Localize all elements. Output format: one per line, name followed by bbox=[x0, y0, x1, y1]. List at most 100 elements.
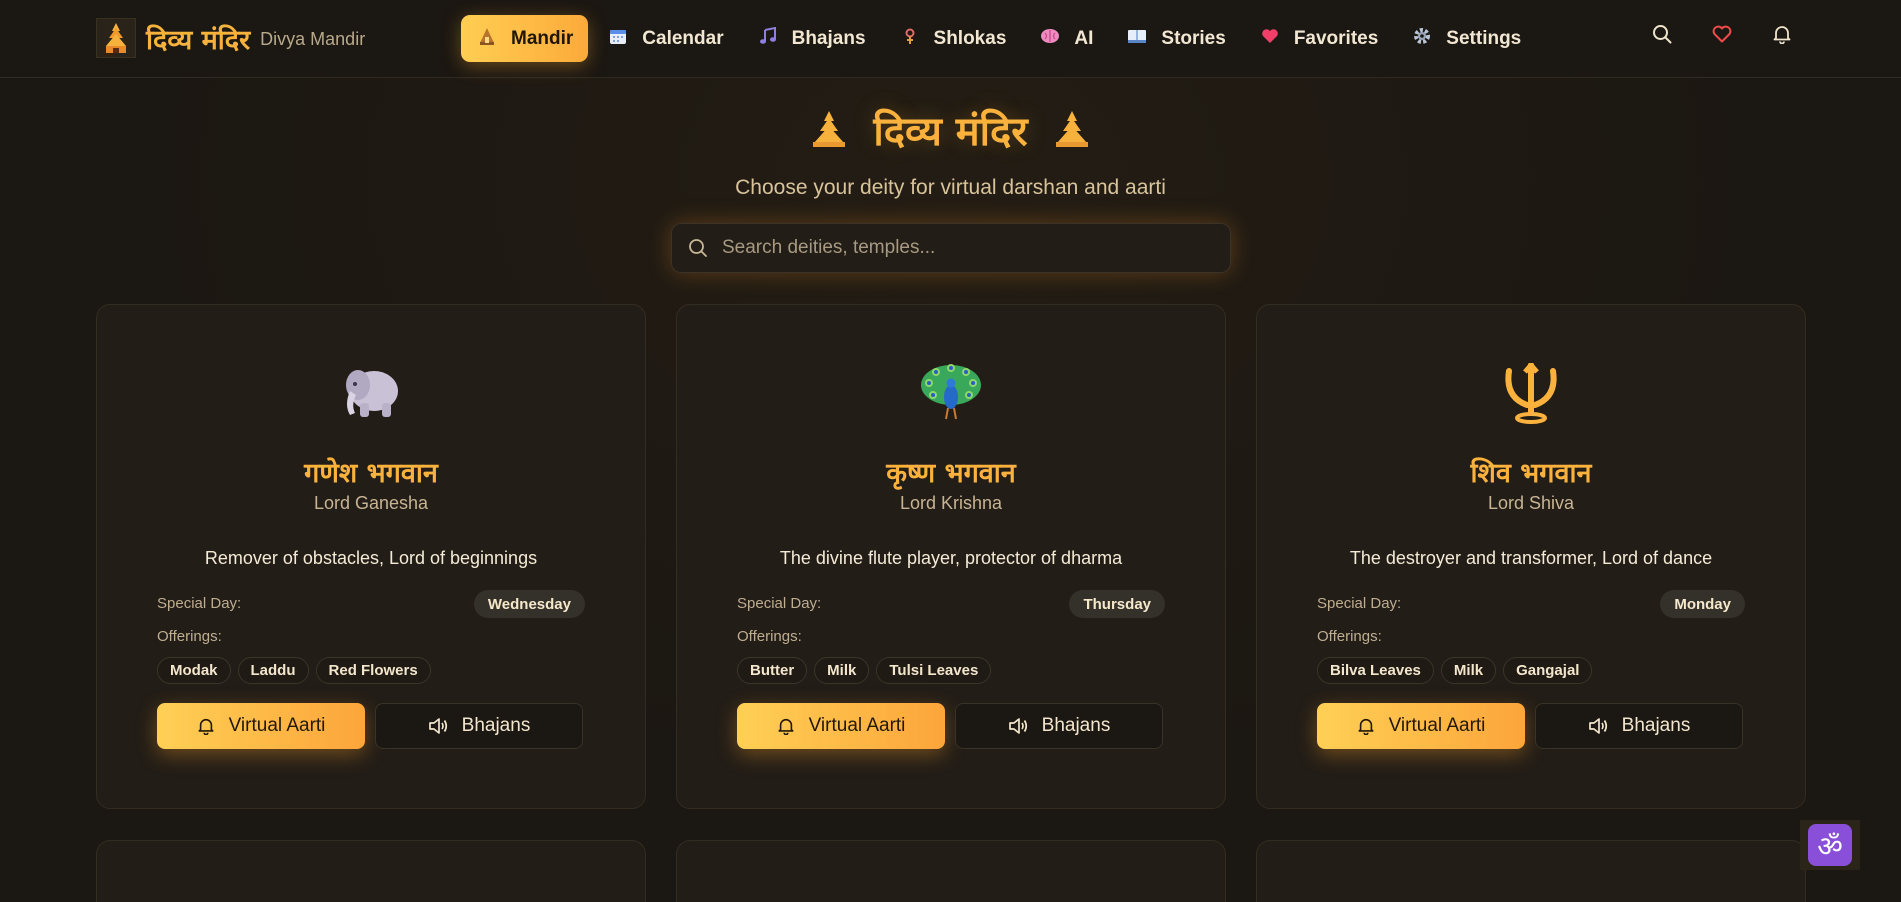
bhajans-label: Bhajans bbox=[461, 715, 531, 736]
om-floating-button[interactable]: ॐ bbox=[1800, 820, 1860, 870]
speaker-icon bbox=[428, 718, 447, 734]
bell-icon bbox=[1358, 718, 1374, 735]
temple-icon bbox=[477, 27, 497, 50]
temple-icon bbox=[1055, 111, 1088, 147]
music-note-icon bbox=[758, 26, 778, 50]
nav-label-favorites: Favorites bbox=[1293, 27, 1379, 49]
offering-chip: Milk bbox=[1440, 657, 1497, 684]
brand-title-hindi: दिव्य मंदिर bbox=[146, 24, 251, 56]
offering-chip: Modak bbox=[157, 657, 231, 684]
offering-chip: Bilva Leaves bbox=[1317, 657, 1434, 684]
nav-item-favorites[interactable]: Favorites bbox=[1246, 15, 1392, 62]
om-icon: ॐ bbox=[1808, 824, 1852, 866]
deity-description: Remover of obstacles, Lord of beginnings bbox=[204, 548, 538, 568]
offerings-list: Modak Laddu Red Flowers bbox=[157, 657, 431, 684]
search-input[interactable] bbox=[722, 237, 1202, 259]
search-icon[interactable] bbox=[1650, 22, 1674, 46]
deity-card-krishna: कृष्ण भगवान Lord Krishna The divine flut… bbox=[676, 304, 1226, 809]
virtual-aarti-button[interactable]: Virtual Aarti bbox=[1317, 703, 1525, 749]
bell-icon bbox=[778, 718, 794, 735]
bhajans-label: Bhajans bbox=[1041, 715, 1111, 736]
bhajans-label: Bhajans bbox=[1621, 715, 1691, 736]
speaker-icon bbox=[1008, 718, 1027, 734]
deity-description: The divine flute player, protector of dh… bbox=[779, 548, 1123, 568]
top-actions bbox=[1650, 22, 1794, 46]
deity-card-ganesha: गणेश भगवान Lord Ganesha Remover of obsta… bbox=[96, 304, 646, 809]
deity-name-hindi: कृष्ण भगवान bbox=[886, 458, 1016, 489]
nav-label-settings: Settings bbox=[1446, 27, 1522, 49]
deity-name-english: Lord Shiva bbox=[1487, 493, 1575, 513]
offering-chip: Milk bbox=[814, 657, 870, 684]
virtual-aarti-label: Virtual Aarti bbox=[1388, 715, 1486, 736]
offering-chip: Laddu bbox=[237, 657, 309, 684]
nav-label-calendar: Calendar bbox=[642, 27, 724, 49]
nav-item-settings[interactable]: Settings bbox=[1398, 15, 1535, 62]
deity-description: The destroyer and transformer, Lord of d… bbox=[1349, 548, 1713, 568]
peacock-icon bbox=[677, 363, 1225, 433]
nav-label-stories: Stories bbox=[1161, 27, 1226, 49]
gear-icon bbox=[1412, 27, 1432, 50]
nav-item-calendar[interactable]: Calendar bbox=[594, 15, 737, 62]
top-navigation-bar: दिव्य मंदिर Divya Mandir Mandir Calendar… bbox=[0, 0, 1901, 78]
calendar-icon bbox=[608, 27, 628, 50]
bhajans-button[interactable]: Bhajans bbox=[1535, 703, 1743, 749]
deity-name-hindi: शिव भगवान bbox=[1470, 458, 1592, 489]
nav-item-shlokas[interactable]: Shlokas bbox=[886, 15, 1021, 62]
deity-card-shiva: शिव भगवान Lord Shiva The destroyer and t… bbox=[1256, 304, 1806, 809]
page-subtitle: Choose your deity for virtual darshan an… bbox=[735, 176, 1166, 199]
offering-chip: Tulsi Leaves bbox=[876, 657, 992, 684]
book-icon bbox=[1127, 28, 1147, 49]
deity-search bbox=[671, 223, 1231, 273]
offerings-label: Offerings: bbox=[1317, 628, 1382, 645]
virtual-aarti-button[interactable]: Virtual Aarti bbox=[157, 703, 365, 749]
special-day-label: Special Day: bbox=[1317, 595, 1402, 612]
page-title-text: दिव्य मंदिर bbox=[873, 109, 1028, 155]
deity-name-english: Lord Ganesha bbox=[313, 493, 429, 513]
special-day-badge: Thursday bbox=[1069, 590, 1165, 618]
nav-label-shlokas: Shlokas bbox=[933, 27, 1007, 49]
virtual-aarti-button[interactable]: Virtual Aarti bbox=[737, 703, 945, 749]
offerings-label: Offerings: bbox=[737, 628, 802, 645]
bhajans-button[interactable]: Bhajans bbox=[955, 703, 1163, 749]
nav-label-mandir: Mandir bbox=[511, 27, 574, 49]
offering-chip: Red Flowers bbox=[315, 657, 431, 684]
brand[interactable]: दिव्य मंदिर Divya Mandir bbox=[96, 18, 365, 58]
bhajans-button[interactable]: Bhajans bbox=[375, 703, 583, 749]
temple-icon bbox=[813, 111, 846, 147]
brain-icon bbox=[1040, 28, 1060, 49]
deity-name-english: Lord Krishna bbox=[899, 493, 1003, 513]
special-day-badge: Monday bbox=[1660, 590, 1745, 618]
deity-card-partial bbox=[1256, 840, 1806, 902]
special-day-badge: Wednesday bbox=[473, 590, 585, 618]
deity-card-partial bbox=[676, 840, 1226, 902]
brand-title-english: Divya Mandir bbox=[260, 29, 366, 49]
special-day-label: Special Day: bbox=[157, 595, 242, 612]
svg-text:ॐ: ॐ bbox=[1817, 830, 1843, 863]
nav-item-stories[interactable]: Stories bbox=[1113, 15, 1239, 62]
bell-icon[interactable] bbox=[1770, 22, 1794, 46]
heart-icon bbox=[1260, 28, 1280, 49]
virtual-aarti-label: Virtual Aarti bbox=[228, 715, 326, 736]
heart-icon[interactable] bbox=[1710, 22, 1734, 46]
trident-icon bbox=[1257, 363, 1805, 433]
nav-item-bhajans[interactable]: Bhajans bbox=[744, 15, 880, 62]
page-title: दिव्य मंदिर bbox=[0, 102, 1901, 157]
search-icon bbox=[689, 239, 707, 257]
main-nav: Mandir Calendar Bhajans Shlokas AI Stori… bbox=[461, 15, 1535, 62]
offerings-list: Bilva Leaves Milk Gangajal bbox=[1317, 657, 1593, 684]
bell-icon bbox=[198, 718, 214, 735]
temple-logo-icon bbox=[96, 18, 136, 58]
nav-label-ai: AI bbox=[1074, 27, 1094, 49]
speaker-icon bbox=[1588, 718, 1607, 734]
nav-item-mandir[interactable]: Mandir bbox=[461, 15, 589, 62]
nav-item-ai[interactable]: AI bbox=[1026, 15, 1107, 62]
virtual-aarti-label: Virtual Aarti bbox=[808, 715, 906, 736]
deity-card-partial bbox=[96, 840, 646, 902]
offering-chip: Gangajal bbox=[1503, 657, 1593, 684]
nav-label-bhajans: Bhajans bbox=[791, 27, 866, 49]
deity-name-hindi: गणेश भगवान bbox=[304, 458, 438, 489]
special-day-label: Special Day: bbox=[737, 595, 822, 612]
lotus-icon bbox=[900, 27, 920, 50]
offerings-list: Butter Milk Tulsi Leaves bbox=[737, 657, 992, 684]
offerings-label: Offerings: bbox=[157, 628, 222, 645]
